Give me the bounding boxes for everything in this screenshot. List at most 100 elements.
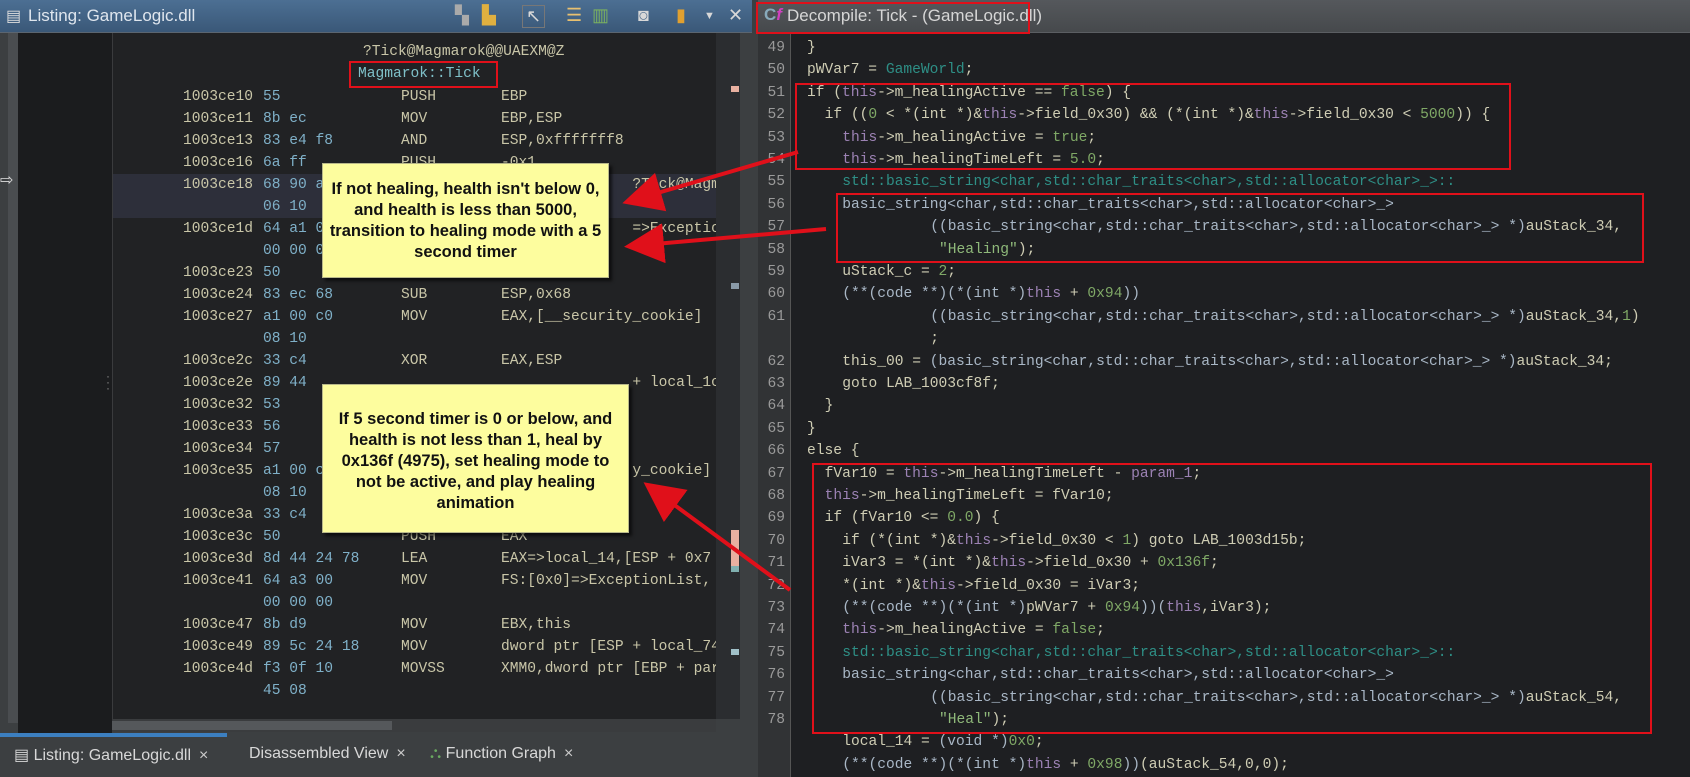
code-token: (auStack_54,0,0); [1139, 756, 1289, 773]
instruction-operands: ESP,0x68 [501, 287, 572, 303]
code-text: local_14 = (void *)0x0; [807, 731, 1043, 753]
instruction-mnemonic: MOV [401, 639, 428, 655]
panel-options-icon[interactable]: ▮ [676, 5, 686, 26]
code-token: auStack_34, [1525, 308, 1623, 325]
code-text: pWVar7 = GameWorld; [807, 59, 973, 81]
scrollbar-thumb[interactable] [112, 721, 392, 730]
cursor-select-icon[interactable]: ↖ [522, 5, 546, 28]
close-tab-icon[interactable]: × [564, 745, 573, 762]
instruction-bytes: 33 c4 [263, 353, 307, 369]
dropdown-icon[interactable]: ▼ [704, 10, 715, 22]
instruction-mnemonic: MOVSS [401, 661, 445, 677]
line-number: 64 [767, 398, 785, 415]
line-number: 72 [767, 577, 785, 594]
tab-disassembled-view[interactable]: Disassembled View × [249, 745, 406, 763]
instruction-mnemonic: SUB [401, 287, 428, 303]
instruction-operands: ESP,0xfffffff8 [501, 133, 624, 149]
line-number: 59 [767, 264, 785, 280]
code-token: ; [947, 264, 957, 280]
code-text: } [807, 418, 816, 440]
instruction-address: 1003ce33 [183, 419, 254, 435]
scroll-marker[interactable] [731, 530, 739, 566]
vertical-scrollbar[interactable] [716, 33, 740, 719]
instruction-mnemonic: AND [401, 133, 428, 149]
close-tab-icon[interactable]: × [199, 747, 208, 764]
listing-icon: ▤ [14, 747, 30, 764]
code-token: this_00 = [842, 353, 930, 370]
listing-row[interactable]: 1003ce49 89 5c 24 18 MOV dword ptr [ESP + l… [113, 636, 716, 658]
listing-view[interactable]: ?Tick@Magmarok@@UAEXM@Z Magmarok::Tick 1… [112, 33, 716, 719]
instruction-bytes: 00 00 0 [263, 243, 325, 259]
listing-row[interactable]: 1003ce24 83 ec 68 SUB ESP,0x68 [113, 284, 716, 306]
line-number: 56 [767, 196, 785, 213]
instruction-address: 1003ce11 [183, 111, 254, 127]
highlight-box-function-name [349, 61, 498, 88]
listing-row[interactable]: 08 10 [113, 328, 716, 350]
line-number: 73 [767, 600, 785, 616]
instruction-mnemonic: XOR [401, 353, 428, 369]
instruction-mnemonic: MOV [401, 309, 428, 325]
listing-row[interactable]: 1003ce10 55 PUSH EBP [113, 86, 716, 108]
listing-row[interactable]: 1003ce4d f3 0f 10 MOVSS XMM0,dword ptr [EBP… [113, 658, 716, 680]
scroll-marker[interactable] [731, 649, 739, 655]
drag-handle-icon[interactable]: · · · [106, 370, 110, 394]
code-token: (**(code **)(*(int *) [842, 286, 1027, 303]
line-number: 65 [767, 420, 785, 437]
copy-icon[interactable]: ▚ [455, 5, 469, 26]
listing-row[interactable]: 1003ce11 8b ec MOV EBP,ESP [113, 108, 716, 130]
tab-listing[interactable]: ▤ Listing: GameLogic.dll × [14, 745, 208, 765]
highlight-box-decompile-title [756, 2, 1030, 34]
listing-row[interactable]: 1003ce27 a1 00 c0 MOV EAX,[__security_cooki… [113, 306, 716, 328]
code-token: auStack_34; [1516, 353, 1613, 370]
line-number: 69 [767, 510, 785, 527]
scroll-marker[interactable] [731, 566, 739, 572]
instruction-operands: EAX=>local_14,[ESP + 0x7 [501, 551, 712, 567]
instruction-bytes: 08 10 [263, 485, 307, 501]
close-tab-icon[interactable]: × [396, 745, 405, 762]
instruction-bytes: 53 [263, 397, 281, 413]
field-layout-icon[interactable]: ☰ [566, 5, 582, 26]
scroll-marker[interactable] [731, 86, 739, 92]
code-token: GameWorld [885, 62, 965, 79]
listing-row[interactable]: 45 08 [113, 680, 716, 702]
close-icon[interactable]: ✕ [728, 5, 743, 26]
line-number: 53 [767, 129, 785, 146]
diff-icon[interactable]: ▥ [592, 5, 609, 26]
paste-icon[interactable]: ▙ [482, 5, 496, 26]
margin-strip [8, 33, 18, 723]
instruction-address: 1003ce4d [183, 661, 254, 677]
scroll-marker[interactable] [731, 283, 739, 289]
listing-row[interactable]: 1003ce2c 33 c4 XOR EAX,ESP [113, 350, 716, 372]
line-number: 55 [767, 174, 785, 191]
instruction-bytes: 83 ec 68 [263, 287, 334, 303]
snapshot-icon[interactable]: ◙ [638, 5, 649, 26]
listing-row[interactable]: 1003ce41 64 a3 00 MOV FS:[0x0]=>ExceptionLi… [113, 570, 716, 592]
instruction-address: 1003ce47 [183, 617, 254, 633]
resize-handle-icon[interactable]: ⇨ [0, 170, 13, 190]
line-number: 51 [767, 84, 785, 101]
listing-row[interactable]: 1003ce3d 8d 44 24 78 LEA EAX=>local_14,[ESP… [113, 548, 716, 570]
code-text: uStack_c = 2; [807, 261, 956, 283]
line-number: 78 [767, 712, 785, 728]
listing-row[interactable]: 00 00 00 [113, 592, 716, 614]
instruction-mnemonic: MOV [401, 573, 428, 589]
instruction-address: 1003ce16 [183, 155, 254, 171]
instruction-address: 1003ce41 [183, 573, 254, 589]
listing-row[interactable]: 1003ce13 83 e4 f8 AND ESP,0xfffffff8 [113, 130, 716, 152]
bottom-tab-bar: ▤ Listing: GameLogic.dll × Disassembled V… [0, 733, 752, 777]
horizontal-scrollbar[interactable] [112, 719, 716, 732]
instruction-bytes: 89 44 [263, 375, 307, 391]
code-token: 2 [938, 264, 948, 280]
line-number: 70 [767, 532, 785, 549]
tab-function-graph[interactable]: ⛬ Function Graph × [430, 745, 573, 763]
code-token: this [1026, 756, 1062, 773]
line-number: 58 [767, 241, 785, 258]
line-number: 71 [767, 555, 785, 572]
code-text: (**(code **)(*(int *)this + 0x94)) [807, 283, 1140, 305]
listing-row[interactable]: 1003ce47 8b d9 MOV EBX,this [113, 614, 716, 636]
code-text: } [807, 395, 834, 417]
instruction-bytes: 64 a1 0 [263, 221, 325, 237]
instruction-bytes: 08 10 [263, 331, 307, 347]
instruction-address: 1003ce34 [183, 441, 254, 457]
instruction-operands: EBP [501, 89, 528, 105]
